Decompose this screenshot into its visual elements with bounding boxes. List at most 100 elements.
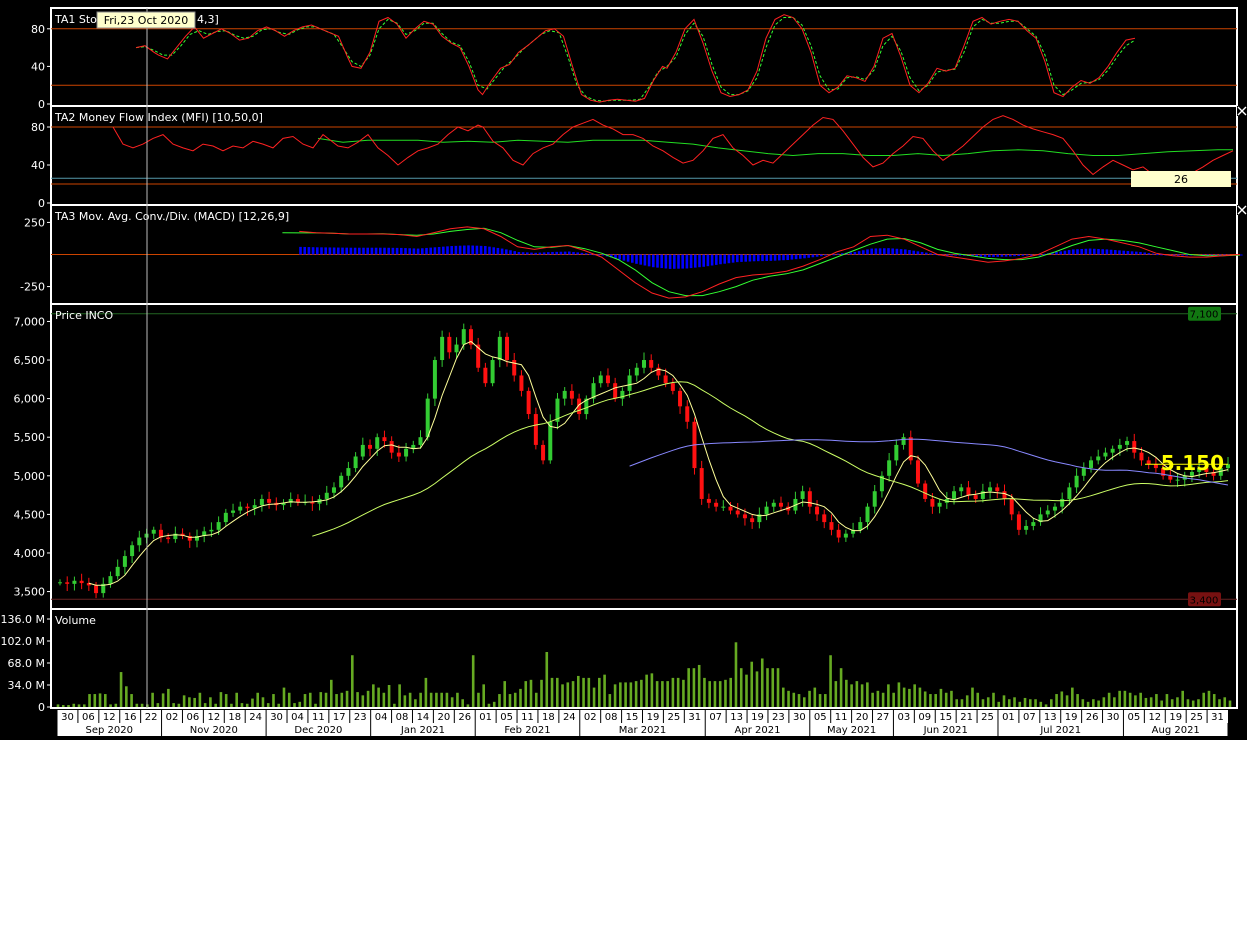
volume-bar [1228,700,1232,707]
candle-body [642,360,646,368]
volume-bar [734,642,738,707]
volume-ytick-label: 102.0 M [1,635,45,648]
macd-hist-bar [513,251,516,255]
x-day-label: 22 [145,712,158,723]
macd-hist-bar [580,252,584,255]
macd-hist-bar [786,254,789,261]
price-ytick-label: 6,500 [14,354,46,367]
volume-bar [329,679,333,707]
volume-bar [645,674,648,707]
macd-hist-bar [1097,248,1100,255]
volume-bar [902,687,906,707]
candle-body [72,580,77,584]
volume-bar [88,694,91,707]
volume-bar [592,687,596,707]
mfi-ytick-label: 40 [31,159,45,172]
macd-hist-bar [1076,249,1079,255]
volume-bar [1176,697,1179,707]
volume-bar [235,692,238,707]
volume-bar [245,703,249,707]
close-icon[interactable] [1237,106,1247,116]
candle-body [541,444,546,461]
macd-hist-bar [1109,249,1113,255]
financial-chart: 80 40 0 TA1 Stoc 4,3] 80 40 0 TA2 Money Flow In… [1,7,1247,736]
panel-mfi[interactable]: 80 40 0 TA2 Money Flow Index (MFI) [10,50,0… [31,105,1238,210]
candle-body [634,367,639,376]
macd-hist-bar [471,245,474,255]
macd-hist-bar [555,251,558,255]
macd-hist-bar [979,254,983,257]
panel-volume[interactable]: 136.0 M 102.0 M 68.0 M 34.0 M 0 Volume [1,608,1238,714]
candle-body [137,537,142,546]
volume-bar [377,687,380,707]
candle-body [1009,498,1014,515]
x-day-label: 24 [249,712,262,723]
volume-bar [461,699,464,707]
volume-bar [745,674,748,707]
volume-bar [1071,687,1074,707]
volume-ytick-label: 68.0 M [8,657,45,670]
x-month-label: Jul 2021 [1039,725,1081,736]
x-day-label: 11 [521,712,534,723]
macd-hist-bar [332,247,336,255]
candle-body [58,582,62,584]
x-day-label: 30 [270,712,283,723]
volume-bar [61,705,65,707]
macd-hist-bar [983,254,987,257]
volume-bar [918,687,922,707]
macd-hist-bar [601,254,605,256]
volume-bar [850,684,853,707]
macd-hist-bar [1177,254,1180,256]
candle-body [353,456,358,469]
volume-bar [345,690,349,707]
macd-hist-bar [400,247,403,255]
volume-bar [230,703,233,707]
panel-frame [50,608,1238,709]
volume-bar [1013,697,1016,707]
mfi-ytick-label: 80 [31,121,45,134]
volume-bar [755,671,759,707]
macd-hist-bar [769,254,773,261]
macd-hist-bar [635,254,638,264]
volume-bar [135,703,139,707]
candle-body [843,533,848,538]
volume-bar [776,668,780,707]
candle-body [238,506,243,511]
macd-hist-bar [496,247,500,255]
macd-hist-bar [807,254,810,258]
volume-bar [923,691,927,707]
macd-title: TA3 Mov. Avg. Conv./Div. (MACD) [12,26,9… [54,210,289,223]
macd-hist-bar [1004,254,1008,257]
volume-bar [261,697,265,707]
macd-hist-bar [324,247,327,255]
panel-stochastic[interactable]: 80 40 0 TA1 Stoc 4,3] [31,7,1238,111]
volume-bar [866,682,869,707]
volume-bar [666,681,669,707]
volume-bar [887,684,890,707]
volume-bar [119,672,123,707]
x-day-label: 04 [375,712,388,723]
volume-bar [876,690,880,707]
panel-price[interactable]: 7,000 6,500 6,000 5,500 5,000 4,500 4,000 3,500… [14,303,1238,610]
volume-bar [629,682,633,707]
volume-bar [1170,699,1174,707]
candle-body [569,390,574,399]
candle-body [94,585,99,594]
panel-macd[interactable]: 250 -250 TA3 Mov. Avg. Conv./Div. (MACD) [… [20,204,1243,305]
volume-bar [545,652,549,707]
macd-hist-bar [1000,254,1004,257]
macd-hist-bar [341,247,344,255]
close-icon[interactable] [1237,205,1247,215]
volume-bar [104,694,107,707]
macd-hist-bar [685,254,689,269]
macd-hist-bar [643,254,647,266]
macd-hist-bar [698,254,701,268]
price-ytick-label: 7,000 [14,315,46,328]
volume-bar [424,677,428,707]
volume-bar [314,703,317,707]
macd-hist-bar [303,246,306,255]
volume-bar [109,704,112,707]
volume-bar [1160,700,1163,707]
macd-hist-bar [521,252,525,255]
candle-body [1096,456,1101,461]
